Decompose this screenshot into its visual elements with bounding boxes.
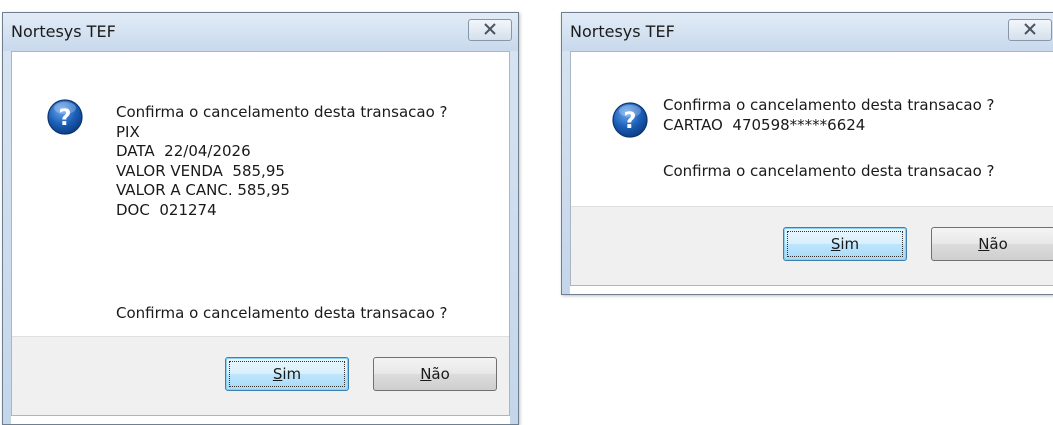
titlebar[interactable]: Nortesys TEF [562, 13, 1053, 51]
no-label-rest: ão [989, 235, 1008, 253]
message-line: CARTAO 470598*****6624 [663, 115, 866, 134]
message-text: Confirma o cancelamento desta transacao … [663, 96, 995, 135]
confirm-question: Confirma o cancelamento desta transacao … [116, 304, 448, 322]
frame-right [510, 51, 518, 424]
close-icon [1024, 23, 1036, 35]
dialog-body: ? Confirma o cancelamento desta transaca… [570, 51, 1053, 286]
close-button[interactable] [1008, 19, 1052, 41]
message-text: Confirma o cancelamento desta transacao … [116, 103, 448, 220]
message-line: VALOR A CANC. 585,95 [116, 181, 290, 199]
svg-text:?: ? [59, 106, 72, 131]
message-line: PIX [116, 122, 140, 141]
window-title: Nortesys TEF [570, 22, 675, 41]
svg-text:?: ? [624, 109, 637, 134]
message-line: DOC 021274 [116, 200, 217, 219]
message-line: Confirma o cancelamento desta transacao … [116, 103, 448, 121]
no-accelerator: N [978, 235, 990, 253]
titlebar[interactable]: Nortesys TEF [3, 13, 518, 51]
button-area: Sim Não [571, 206, 1053, 285]
button-area: Sim Não [12, 336, 509, 415]
message-line: DATA 22/04/2026 [116, 142, 251, 160]
yes-button[interactable]: Sim [225, 357, 349, 391]
no-label-rest: ão [431, 365, 450, 383]
close-icon [484, 23, 496, 35]
no-button[interactable]: Não [373, 357, 497, 391]
no-accelerator: N [420, 365, 432, 383]
frame-left [3, 51, 11, 424]
dialog-body: ? Confirma o cancelamento desta transaca… [11, 51, 510, 416]
question-icon: ? [612, 102, 648, 138]
question-icon: ? [47, 99, 83, 135]
close-button[interactable] [468, 19, 512, 41]
frame-left [562, 51, 570, 294]
no-button[interactable]: Não [931, 227, 1053, 261]
window-title: Nortesys TEF [11, 22, 116, 41]
dialog-right: Nortesys TEF ? Confirma o cancelamento d… [561, 12, 1053, 295]
focus-rect [787, 231, 903, 257]
message-line: Confirma o cancelamento desta transacao … [663, 96, 995, 114]
confirm-question: Confirma o cancelamento desta transacao … [663, 162, 995, 180]
message-line: VALOR VENDA 585,95 [116, 161, 285, 180]
focus-rect [229, 361, 345, 387]
yes-button[interactable]: Sim [783, 227, 907, 261]
dialog-left: Nortesys TEF ? Confirma o cancelamento d… [2, 12, 519, 425]
